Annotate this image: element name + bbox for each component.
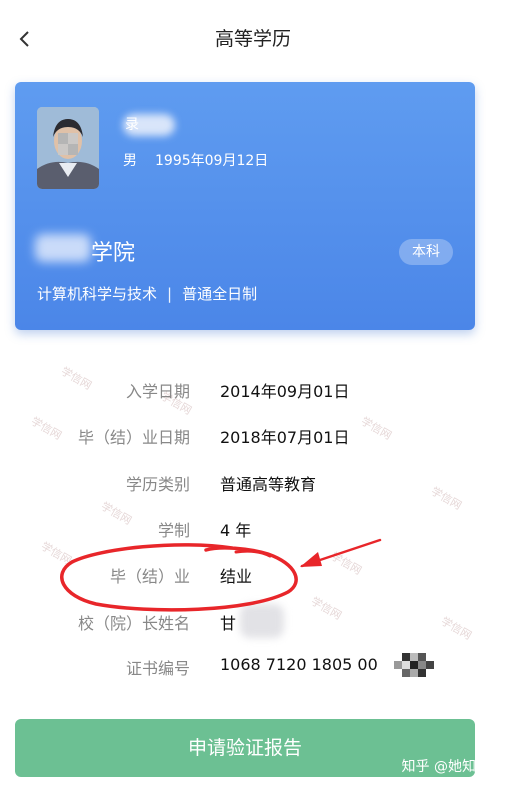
- enrollment-label: 入学日期: [125, 382, 190, 401]
- major: 计算机科学与技术: [37, 285, 158, 303]
- education-record-page: 高等学历 录 男 1995年09月12日 学院 本科 计算机科学与技术 | 普通全日…: [0, 0, 506, 794]
- school-name-redaction: [35, 234, 91, 262]
- study-form: 普通全日制: [182, 285, 258, 303]
- enrollment-value: 2014年09月01日: [220, 382, 350, 401]
- principal-label: 校（院）长姓名: [77, 614, 190, 633]
- major-line: 计算机科学与技术 | 普通全日制: [37, 283, 257, 304]
- certificate-label: 证书编号: [125, 659, 190, 678]
- status-value: 结业: [220, 567, 253, 586]
- degree-card: 录 男 1995年09月12日 学院 本科 计算机科学与技术 | 普通全日制: [15, 82, 475, 330]
- principal-name-redaction: [240, 604, 284, 638]
- top-bar: 高等学历: [0, 0, 506, 72]
- category-label: 学历类别: [125, 475, 190, 494]
- page-title: 高等学历: [214, 28, 291, 50]
- info-row-status: 毕（结）业 结业: [0, 563, 506, 593]
- graduation-value: 2018年07月01日: [220, 428, 350, 447]
- info-row-category: 学历类别 普通高等教育: [0, 471, 506, 501]
- certificate-mosaic-redaction: [394, 653, 434, 677]
- school-name: 学院: [91, 241, 136, 266]
- graduation-label: 毕（结）业日期: [77, 428, 190, 447]
- avatar: [37, 107, 99, 189]
- certificate-value: 1068 7120 1805 00: [220, 655, 378, 674]
- info-row-duration: 学制 4 年: [0, 517, 506, 547]
- birth-date: 1995年09月12日: [155, 153, 269, 169]
- student-name: 录: [125, 117, 139, 133]
- duration-label: 学制: [157, 521, 190, 540]
- portrait-image: [37, 107, 99, 189]
- info-row-graduation-date: 毕（结）业日期 2018年07月01日: [0, 424, 506, 454]
- info-row-enrollment: 入学日期 2014年09月01日: [0, 378, 506, 408]
- category-value: 普通高等教育: [220, 475, 317, 494]
- degree-level-badge: 本科: [399, 239, 453, 265]
- status-label: 毕（结）业: [109, 567, 190, 586]
- separator: |: [167, 285, 173, 303]
- zhihu-watermark: 知乎 @她知道: [401, 759, 490, 775]
- duration-value: 4 年: [220, 521, 252, 540]
- gender: 男: [123, 153, 137, 169]
- principal-value: 甘: [220, 614, 237, 633]
